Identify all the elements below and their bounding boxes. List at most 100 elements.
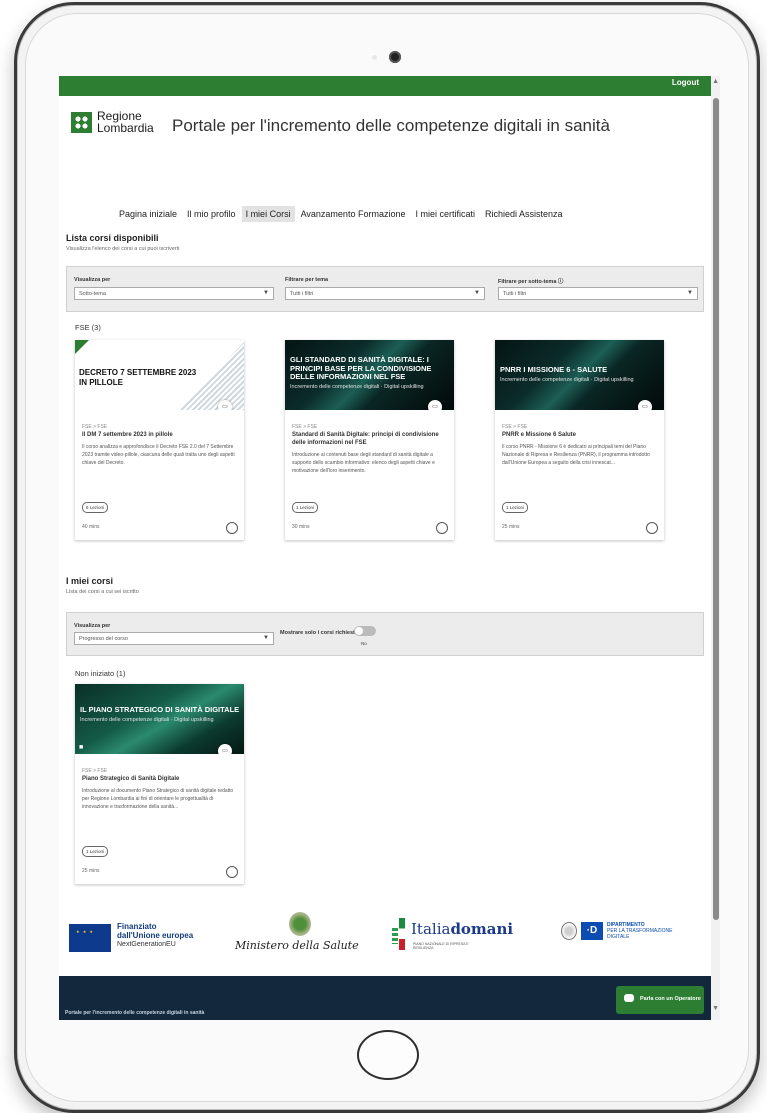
course-image-title: IL PIANO STRATEGICO DI SANITÀ DIGITALE xyxy=(80,705,240,714)
corner-accent xyxy=(75,340,89,354)
monitor-icon: ▭ xyxy=(428,400,442,410)
progress-view-label: Visualizza per xyxy=(74,623,111,629)
logout-link[interactable]: Logout xyxy=(672,78,699,87)
my-courses-filter-bar: Visualizza per Progresso del corso ▼ Mos… xyxy=(66,612,704,656)
available-courses-subtitle: Visualizza l'elenco dei corsi a cui puoi… xyxy=(66,246,180,252)
available-filter-bar: Visualizza per Sotto-tema ▼ Filtrare per… xyxy=(66,266,704,312)
nav-training-progress[interactable]: Avanzamento Formazione xyxy=(297,206,410,222)
course-select-radio[interactable] xyxy=(226,866,238,878)
course-description: Introduzione ai contenuti base degli sta… xyxy=(292,452,435,474)
course-breadcrumb: FSE > FSE xyxy=(502,424,528,430)
view-by-label: Visualizza per xyxy=(74,277,111,283)
course-breadcrumb: FSE > FSE xyxy=(82,424,108,430)
course-title[interactable]: Piano Strategico di Sanità Digitale xyxy=(82,776,237,784)
info-icon[interactable]: ⓘ xyxy=(558,279,564,285)
eu-line2: dall'Unione europea xyxy=(117,931,194,940)
course-image-subtitle: Incremento delle competenze digitali · D… xyxy=(290,384,424,390)
required-courses-label: Mostrare solo i corsi richiesti xyxy=(280,630,357,636)
lessons-badge: 1 Lezioni xyxy=(82,846,109,857)
course-duration: 25 mins xyxy=(82,868,100,874)
lombardia-rose-icon xyxy=(71,111,92,133)
subtheme-filter-label-text: Filtrare per sotto-tema xyxy=(498,279,557,285)
ministry-health-logo: Ministero della Salute xyxy=(235,939,359,952)
chat-operator-button[interactable]: Parla con un Operatore xyxy=(616,986,704,1014)
regione-lombardia-logo[interactable]: Regione Lombardia xyxy=(71,110,154,134)
brand-text: Regione Lombardia xyxy=(97,110,154,134)
course-duration: 30 mins xyxy=(292,524,310,530)
course-image-subtitle: Incremento delle competenze digitali · D… xyxy=(500,377,634,383)
lessons-badge: 6 Lezioni xyxy=(82,502,109,513)
required-courses-toggle[interactable] xyxy=(354,626,376,636)
theme-filter-select[interactable]: Tutti i filtri ▼ xyxy=(285,287,485,300)
subtheme-filter-label: Filtrare per sotto-tema ⓘ xyxy=(498,277,563,285)
toggle-knob xyxy=(355,627,363,635)
lessons-badge: 1 Lezioni xyxy=(292,502,319,513)
chevron-down-icon: ▼ xyxy=(474,290,480,296)
funding-logos: Finanziato dall'Unione europea NextGener… xyxy=(59,906,711,976)
lessons-badge: 1 Lezioni xyxy=(502,502,529,513)
chevron-down-icon: ▼ xyxy=(263,290,269,296)
progress-view-select[interactable]: Progresso del corso ▼ xyxy=(74,632,274,645)
portal-title: Portale per l'incremento delle competenz… xyxy=(172,116,610,135)
course-title[interactable]: Il DM 7 settembre 2023 in pillole xyxy=(82,432,237,440)
subtheme-filter-select[interactable]: Tutti i filtri ▼ xyxy=(498,287,698,300)
my-course-card[interactable]: IL PIANO STRATEGICO DI SANITÀ DIGITALE I… xyxy=(75,684,244,884)
course-image: DECRETO 7 SETTEMBRE 2023 IN PILLOLE ▭ xyxy=(75,340,244,410)
toggle-state: No xyxy=(361,641,367,646)
monitor-icon: ▭ xyxy=(638,400,652,410)
course-card[interactable]: GLI STANDARD DI SANITÀ DIGITALE: I PRINC… xyxy=(285,340,454,540)
italiadomani-flag-icon xyxy=(399,918,405,950)
theme-filter-label: Filtrare per tema xyxy=(285,277,329,283)
course-card[interactable]: DECRETO 7 SETTEMBRE 2023 IN PILLOLE ▭ FS… xyxy=(75,340,244,540)
main-nav: Pagina iniziale Il mio profilo I miei Co… xyxy=(115,206,569,222)
course-breadcrumb: FSE > FSE xyxy=(292,424,318,430)
view-by-select[interactable]: Sotto-tema ▼ xyxy=(74,287,274,300)
subtheme-filter-value: Tutti i filtri xyxy=(503,291,527,297)
nav-my-courses[interactable]: I miei Corsi xyxy=(241,206,295,222)
nav-home[interactable]: Pagina iniziale xyxy=(115,206,181,222)
nav-assistance[interactable]: Richiedi Assistenza xyxy=(481,206,567,222)
not-started-group-title: Non iniziato (1) xyxy=(75,669,126,678)
camera-icon xyxy=(389,51,401,63)
home-button[interactable] xyxy=(357,1030,419,1080)
course-image-title: GLI STANDARD DI SANITÀ DIGITALE: I PRINC… xyxy=(290,355,432,381)
brand-line2: Lombardia xyxy=(97,121,154,135)
eu-funding-text: Finanziato dall'Unione europea NextGener… xyxy=(117,922,193,949)
chat-bubble-icon xyxy=(624,994,634,1002)
vertical-scrollbar[interactable]: ▲ ▼ xyxy=(711,76,720,1020)
top-bar: Logout xyxy=(59,76,711,96)
course-duration: 25 mins xyxy=(502,524,520,530)
nav-profile[interactable]: Il mio profilo xyxy=(183,206,240,222)
my-courses-subtitle: Lista dei corsi a cui sei iscritto xyxy=(66,589,139,595)
eu-line3: NextGenerationEU xyxy=(117,941,176,948)
chevron-down-icon: ▼ xyxy=(263,635,269,641)
scroll-thumb[interactable] xyxy=(713,98,719,920)
course-description: Introduzione al documento Piano Strategi… xyxy=(82,788,234,810)
footer-note: Portale per l'incremento delle competenz… xyxy=(65,1010,205,1016)
course-title[interactable]: PNRR e Missione 6 Salute xyxy=(502,432,657,440)
course-select-radio[interactable] xyxy=(436,522,448,534)
course-image-title: PNRR I MISSIONE 6 - SALUTE xyxy=(500,365,608,374)
course-image-subtitle: Incremento delle competenze digitali · D… xyxy=(80,717,214,723)
monitor-icon: ▭ xyxy=(218,744,232,754)
monitor-icon: ▭ xyxy=(218,400,232,410)
italiadomani-a: Italia xyxy=(411,920,451,938)
scroll-up-icon[interactable]: ▲ xyxy=(712,78,719,85)
nav-certificates[interactable]: I miei certificati xyxy=(411,206,479,222)
course-breadcrumb: FSE > FSE xyxy=(82,768,108,774)
course-title[interactable]: Standard di Sanità Digitale: principi di… xyxy=(292,432,447,447)
course-select-radio[interactable] xyxy=(646,522,658,534)
course-image-title: DECRETO 7 SETTEMBRE 2023 IN PILLOLE xyxy=(79,368,197,387)
course-select-radio[interactable] xyxy=(226,522,238,534)
republic-emblem-icon xyxy=(561,922,577,940)
italiadomani-logo: Italiadomani xyxy=(411,920,513,938)
course-image: PNRR I MISSIONE 6 - SALUTE Incremento de… xyxy=(495,340,664,410)
course-description: Il corso PNRR - Missione 6 è dedicato ai… xyxy=(502,444,650,466)
page-footer: Portale per l'incremento delle competenz… xyxy=(59,976,711,1020)
progress-view-value: Progresso del corso xyxy=(79,636,128,642)
lock-icon: ■ xyxy=(79,744,84,751)
scroll-down-icon[interactable]: ▼ xyxy=(712,1005,719,1012)
italiadomani-pixels-icon xyxy=(392,928,398,944)
course-card[interactable]: PNRR I MISSIONE 6 - SALUTE Incremento de… xyxy=(495,340,664,540)
theme-filter-value: Tutti i filtri xyxy=(290,291,314,297)
